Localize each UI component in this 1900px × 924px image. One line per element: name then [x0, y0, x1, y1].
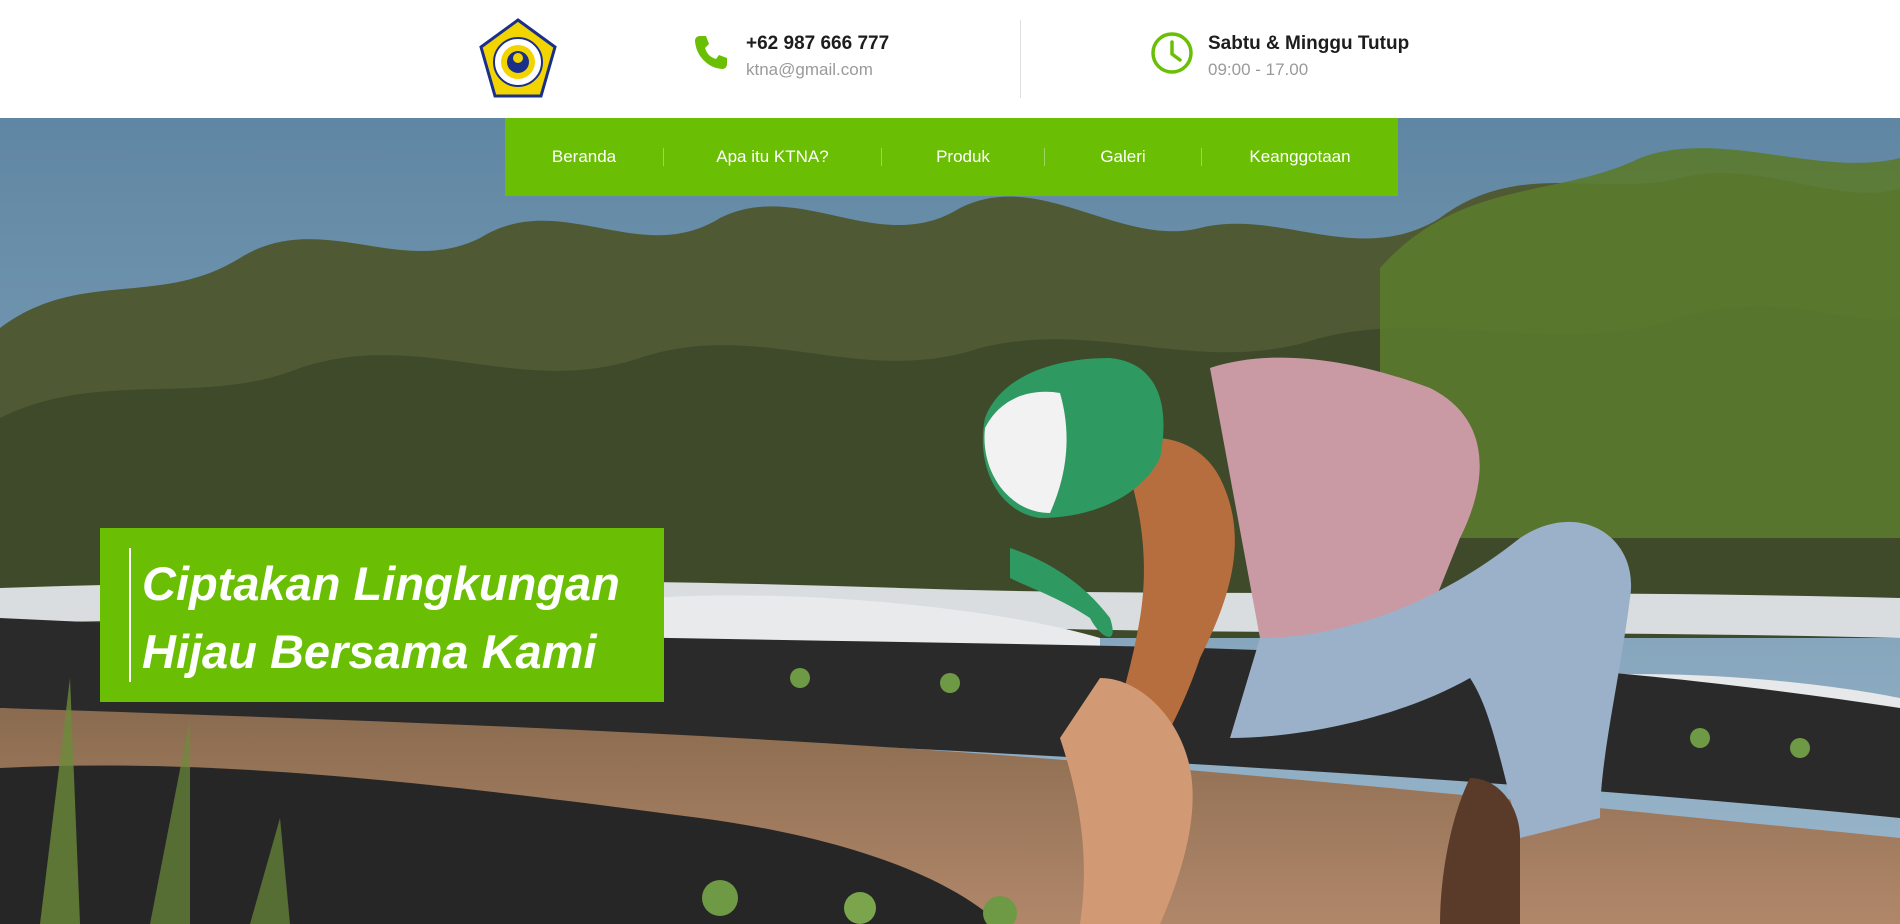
- headline-line-1: Ciptakan Lingkungan: [142, 557, 620, 610]
- headline-accent-line: [129, 548, 131, 682]
- email-address[interactable]: ktna@gmail.com: [746, 57, 889, 83]
- hero-headline: Ciptakan Lingkungan Hijau Bersama Kami: [142, 550, 620, 686]
- nav-apa-itu-ktna[interactable]: Apa itu KTNA?: [664, 118, 881, 196]
- hours-title: Sabtu & Minggu Tutup: [1208, 33, 1410, 54]
- nav-produk[interactable]: Produk: [882, 118, 1044, 196]
- hero-headline-box: Ciptakan Lingkungan Hijau Bersama Kami: [100, 528, 664, 702]
- nav-beranda[interactable]: Beranda: [505, 118, 663, 196]
- phone-number[interactable]: +62 987 666 777: [746, 31, 889, 57]
- headline-line-2: Hijau Bersama Kami: [142, 625, 597, 678]
- main-navigation: Beranda Apa itu KTNA? Produk Galeri Kean…: [505, 118, 1398, 196]
- clock-icon: [1150, 31, 1194, 75]
- hours-time: 09:00 - 17.00: [1208, 60, 1309, 79]
- opening-hours: Sabtu & Minggu Tutup 09:00 - 17.00: [1150, 31, 1409, 83]
- phone-contact: +62 987 666 777 ktna@gmail.com: [688, 31, 889, 83]
- nav-galeri[interactable]: Galeri: [1045, 118, 1201, 196]
- ktna-logo[interactable]: [478, 18, 558, 100]
- header-divider: [1020, 20, 1021, 98]
- hero-image: [0, 118, 1900, 924]
- nav-keanggotaan[interactable]: Keanggotaan: [1202, 118, 1398, 196]
- phone-icon: [688, 31, 732, 75]
- top-header: +62 987 666 777 ktna@gmail.com Sabtu & M…: [0, 0, 1900, 118]
